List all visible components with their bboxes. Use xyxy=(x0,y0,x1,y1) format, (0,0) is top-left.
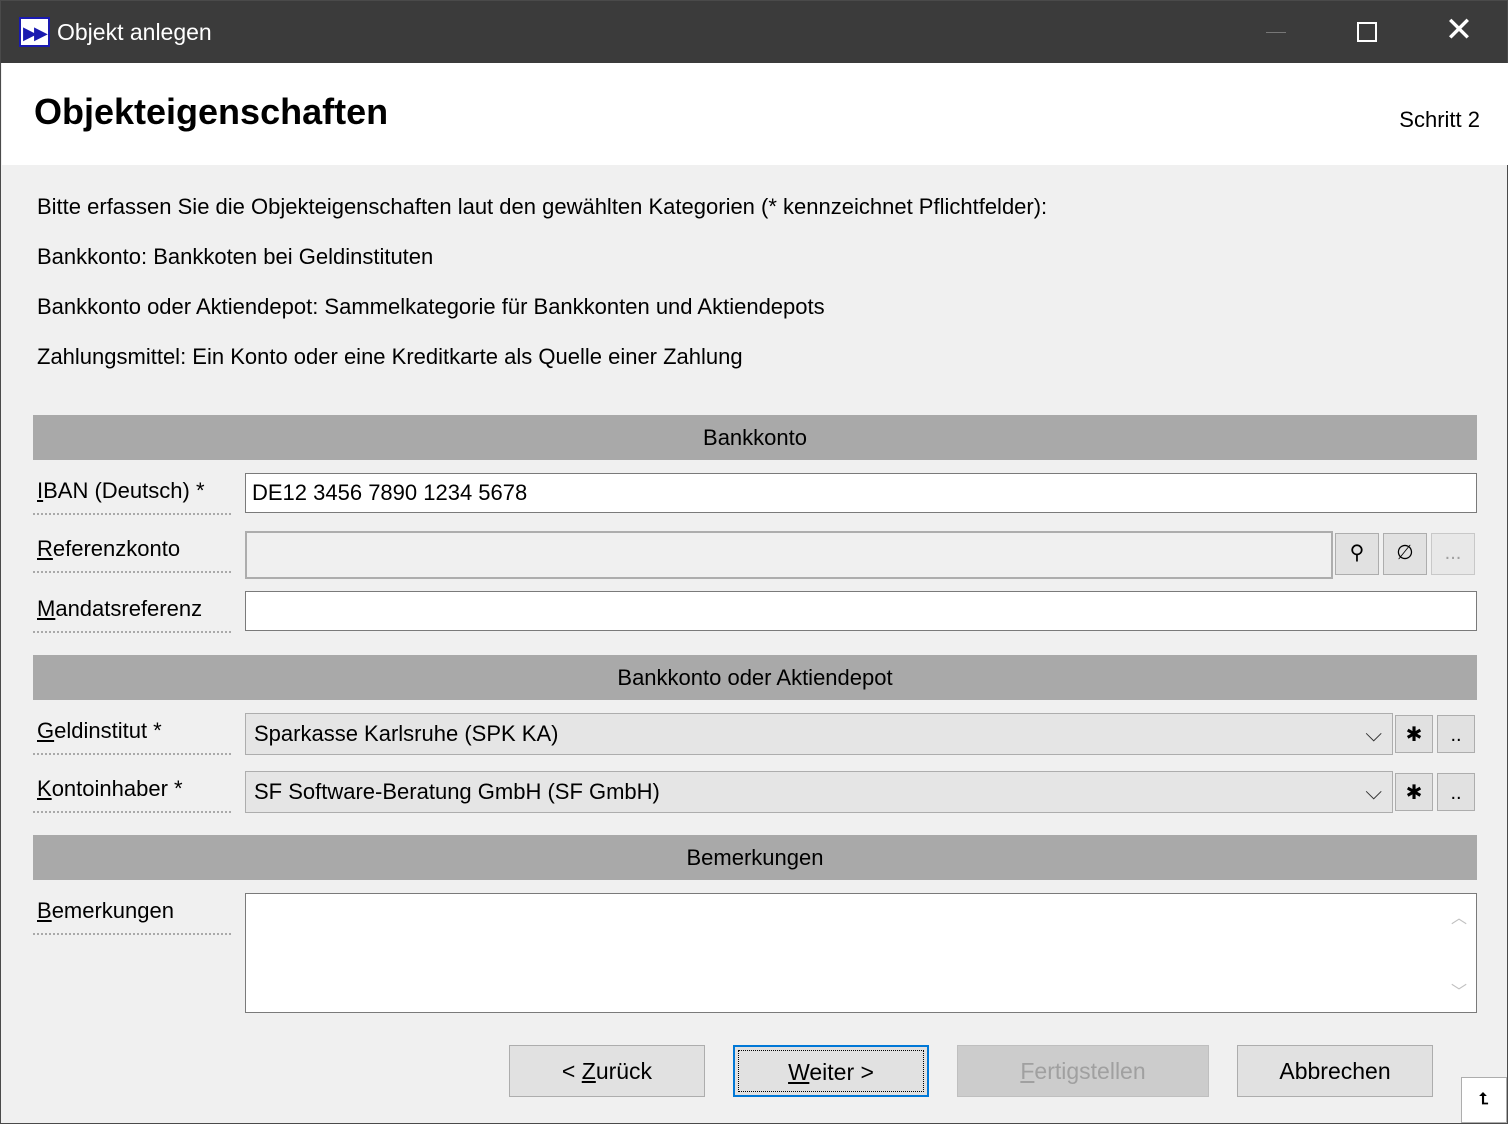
maximize-button[interactable] xyxy=(1321,1,1413,63)
bank-label: Geldinstitut * xyxy=(33,711,231,755)
minimize-icon xyxy=(1266,32,1286,33)
finish-button[interactable]: Fertigstellen xyxy=(957,1045,1209,1097)
clear-icon[interactable]: ∅ xyxy=(1383,533,1427,575)
bank-browse-button[interactable]: .. xyxy=(1437,715,1475,753)
remarks-label-mnemonic: B xyxy=(37,898,52,923)
maximize-icon xyxy=(1357,22,1377,42)
reference-browse-button[interactable]: ... xyxy=(1431,533,1475,575)
pin-icon[interactable]: ⚲ xyxy=(1335,533,1379,575)
close-icon: ✕ xyxy=(1444,11,1474,49)
focus-rectangle xyxy=(738,1050,924,1092)
wizard-header: Objekteigenschaften Schritt 2 xyxy=(2,63,1508,165)
back-prefix: < xyxy=(561,1058,582,1084)
window-title: Objekt anlegen xyxy=(57,19,212,45)
reference-label-text: eferenzkonto xyxy=(52,536,181,561)
bank-new-button[interactable]: ✱ xyxy=(1395,715,1433,753)
mandate-reference-input[interactable] xyxy=(245,591,1477,631)
step-indicator: Schritt 2 xyxy=(1399,107,1480,132)
mandate-label-text: andatsreferenz xyxy=(55,596,203,621)
app-arrow-icon: ▶ ▶ xyxy=(19,17,50,47)
mandate-label-mnemonic: M xyxy=(37,596,56,621)
bank-dropdown-value: Sparkasse Karlsruhe (SPK KA) xyxy=(254,721,559,746)
category-description-depot: Bankkonto oder Aktiendepot: Sammelkatego… xyxy=(37,294,825,319)
page-title: Objekteigenschaften xyxy=(34,91,389,132)
bank-label-text: eldinstitut * xyxy=(54,718,162,743)
remarks-textarea[interactable]: ︿ ﹀ xyxy=(245,893,1477,1013)
bank-dropdown[interactable]: Sparkasse Karlsruhe (SPK KA) ⌵ xyxy=(245,713,1393,755)
iban-input[interactable]: DE12 3456 7890 1234 5678 xyxy=(245,473,1477,513)
intro-text: Bitte erfassen Sie die Objekteigenschaft… xyxy=(37,194,1048,219)
reference-account-field[interactable] xyxy=(245,531,1333,579)
owner-browse-button[interactable]: .. xyxy=(1437,773,1475,811)
remarks-label: Bemerkungen xyxy=(33,891,231,935)
bank-label-mnemonic: G xyxy=(37,718,55,743)
owner-dropdown[interactable]: SF Software-Beratung GmbH (SF GmbH) ⌵ xyxy=(245,771,1393,813)
iban-label-text: BAN (Deutsch) * xyxy=(43,478,205,503)
back-mnemonic: Z xyxy=(581,1058,596,1084)
reference-label: Referenzkonto xyxy=(33,529,231,573)
scroll-up-icon[interactable]: ︿ xyxy=(1442,904,1476,928)
category-description-bankkonto: Bankkonto: Bankkoten bei Geldinstituten xyxy=(37,244,434,269)
reference-label-mnemonic: R xyxy=(37,536,53,561)
owner-label-mnemonic: K xyxy=(37,776,52,801)
title-bar[interactable]: ▶ ▶ Objekt anlegen ✕ xyxy=(1,1,1507,63)
back-button[interactable]: < Zurück xyxy=(509,1045,705,1097)
back-label: urück xyxy=(595,1058,653,1084)
finish-label: ertigstellen xyxy=(1034,1058,1146,1084)
mandate-label: Mandatsreferenz xyxy=(33,589,231,633)
iban-label: IBAN (Deutsch) * xyxy=(33,471,231,515)
owner-label: Kontoinhaber * xyxy=(33,769,231,813)
cancel-button[interactable]: Abbrechen xyxy=(1237,1045,1433,1097)
finish-mnemonic: F xyxy=(1020,1058,1035,1084)
resize-grip-icon[interactable]: ⮤ xyxy=(1461,1077,1507,1123)
close-button[interactable]: ✕ xyxy=(1413,1,1505,63)
minimize-button xyxy=(1229,1,1321,63)
chevron-down-icon: ⌵ xyxy=(1365,779,1382,804)
scroll-down-icon[interactable]: ﹀ xyxy=(1442,978,1476,1002)
section-header-depot: Bankkonto oder Aktiendepot xyxy=(33,655,1477,700)
section-header-remarks: Bemerkungen xyxy=(33,835,1477,880)
owner-new-button[interactable]: ✱ xyxy=(1395,773,1433,811)
section-header-bankkonto: Bankkonto xyxy=(33,415,1477,460)
chevron-down-icon: ⌵ xyxy=(1365,721,1382,746)
owner-dropdown-value: SF Software-Beratung GmbH (SF GmbH) xyxy=(254,779,660,804)
owner-label-text: ontoinhaber * xyxy=(51,776,183,801)
remarks-label-text: emerkungen xyxy=(51,898,174,923)
remarks-scrollbar[interactable]: ︿ ﹀ xyxy=(1442,894,1476,1012)
dialog-window: ▶ ▶ Objekt anlegen ✕ Objekteigenschaften … xyxy=(0,0,1508,1124)
next-button[interactable]: Weiter > xyxy=(733,1045,929,1097)
category-description-zahlungsmittel: Zahlungsmittel: Ein Konto oder eine Kred… xyxy=(37,344,743,369)
